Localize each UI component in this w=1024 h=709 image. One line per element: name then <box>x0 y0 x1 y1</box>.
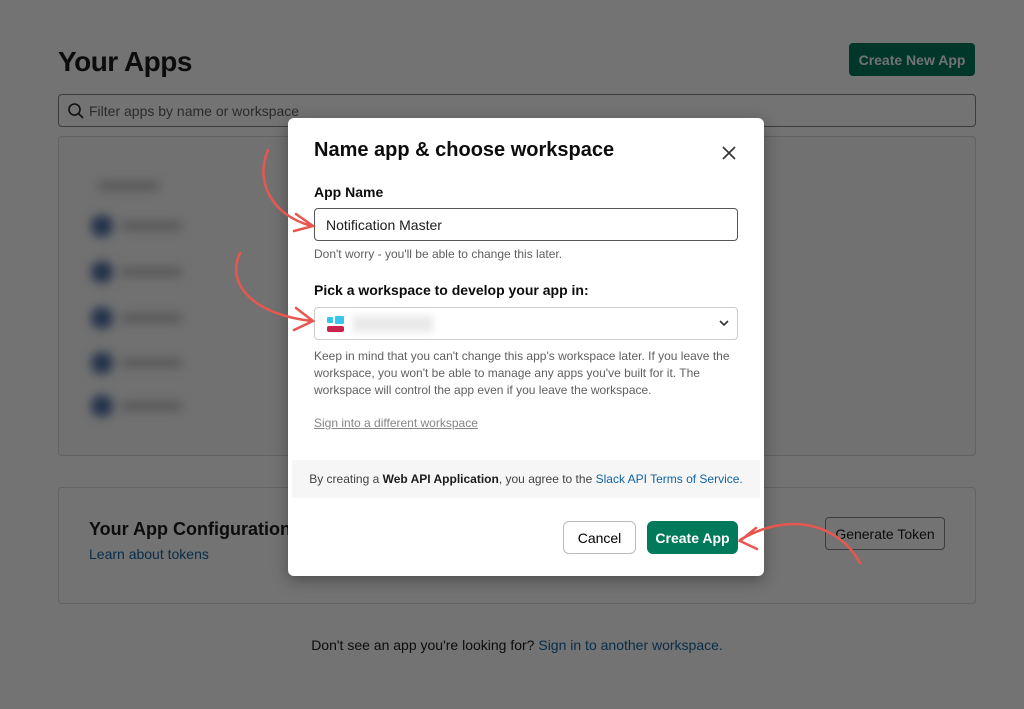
modal-title: Name app & choose workspace <box>314 139 615 161</box>
workspace-label: Pick a workspace to develop your app in: <box>314 282 589 298</box>
footer-text: Don't see an app you're looking for? <box>311 637 535 653</box>
app-name-hint: Don't worry - you'll be able to change t… <box>314 247 563 261</box>
sign-into-different-workspace-link[interactable]: Sign into a different workspace <box>314 416 478 430</box>
blurred-app-row <box>91 307 191 329</box>
blurred-app-row <box>91 261 191 283</box>
blurred-app-row <box>91 352 191 374</box>
page-title: Your Apps <box>58 46 192 77</box>
app-name-input[interactable] <box>314 208 738 241</box>
terms-prefix: By creating a <box>309 472 380 486</box>
app-name-label: App Name <box>314 184 384 200</box>
workspace-hint: Keep in mind that you can't change this … <box>314 349 730 397</box>
sign-in-another-link[interactable]: Sign in to another workspace. <box>538 637 722 653</box>
close-icon[interactable] <box>718 142 740 164</box>
workspace-name-redacted <box>353 316 433 332</box>
create-app-button[interactable]: Create App <box>647 521 738 554</box>
blurred-header <box>91 177 191 195</box>
workspace-select[interactable] <box>314 307 738 340</box>
terms-of-service-link[interactable]: Slack API Terms of Service. <box>596 472 743 486</box>
footer: Don't see an app you're looking for? Sig… <box>0 637 1024 653</box>
blurred-app-row <box>91 215 191 237</box>
chevron-down-icon <box>719 320 729 327</box>
blurred-app-row <box>91 395 191 417</box>
generate-token-button[interactable]: Generate Token <box>825 517 945 550</box>
terms-app-type: Web API Application <box>382 472 499 486</box>
create-new-app-button[interactable]: Create New App <box>849 43 975 76</box>
create-app-modal: Name app & choose workspace App Name Don… <box>288 118 764 576</box>
filter-placeholder: Filter apps by name or workspace <box>89 102 300 119</box>
cancel-button[interactable]: Cancel <box>563 521 636 554</box>
terms-middle: , you agree to the <box>498 472 593 486</box>
workspace-icon <box>327 316 344 332</box>
terms-notice: By creating a Web API Application, you a… <box>292 460 760 498</box>
learn-tokens-link[interactable]: Learn about tokens <box>89 546 209 562</box>
search-icon <box>68 102 84 119</box>
